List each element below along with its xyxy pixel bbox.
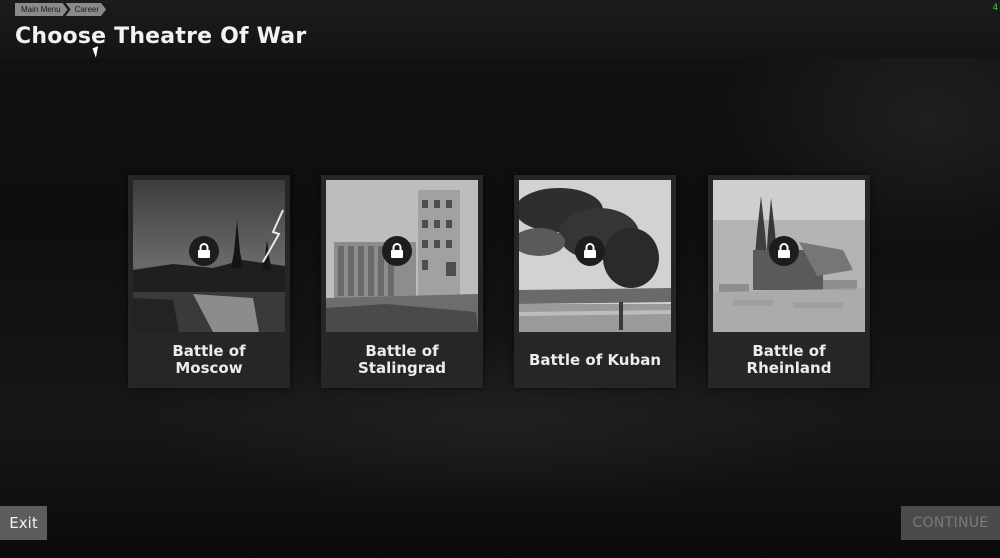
theatre-card-moscow[interactable]: Battle of Moscow bbox=[128, 175, 290, 388]
lock-icon bbox=[769, 236, 799, 266]
theatre-card-kuban[interactable]: Battle of Kuban bbox=[514, 175, 676, 388]
fps-counter: 4 bbox=[992, 3, 998, 13]
lock-icon bbox=[575, 236, 605, 266]
header-bar: Main Menu Career Choose Theatre Of War 4 bbox=[0, 0, 1000, 58]
exit-button[interactable]: Exit bbox=[0, 506, 47, 540]
theatre-card-list: Battle of Moscow Battle of Stalingrad Ba… bbox=[128, 175, 871, 388]
theatre-card-label: Battle of Stalingrad bbox=[357, 342, 447, 377]
theatre-card-label: Battle of Moscow bbox=[172, 342, 246, 377]
lock-icon bbox=[382, 236, 412, 266]
continue-button[interactable]: CONTINUE bbox=[901, 506, 1000, 540]
theatre-card-label: Battle of Kuban bbox=[528, 350, 662, 369]
breadcrumb: Main Menu Career bbox=[15, 3, 107, 16]
page-title: Choose Theatre Of War bbox=[15, 24, 307, 49]
theatre-card-label: Battle of Rheinland bbox=[746, 342, 832, 377]
breadcrumb-main-menu[interactable]: Main Menu bbox=[15, 3, 68, 16]
theatre-card-stalingrad[interactable]: Battle of Stalingrad bbox=[321, 175, 483, 388]
theatre-card-rheinland[interactable]: Battle of Rheinland bbox=[708, 175, 870, 388]
breadcrumb-career[interactable]: Career bbox=[66, 3, 106, 16]
lock-icon bbox=[189, 236, 219, 266]
